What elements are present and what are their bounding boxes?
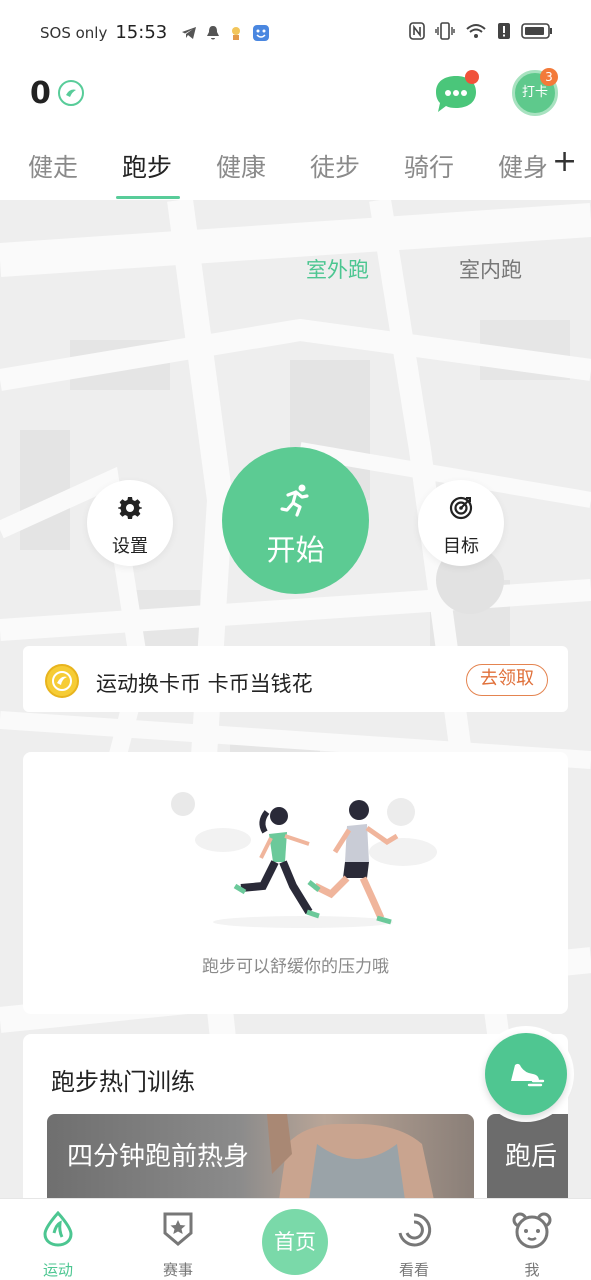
tab-hiking[interactable]: 徒步: [310, 148, 360, 184]
telegram-icon: [182, 26, 197, 39]
status-bar: SOS only 15:53: [0, 0, 591, 66]
active-tab-indicator: [116, 196, 180, 199]
tab-health[interactable]: 健康: [216, 148, 266, 184]
coin-count: 0: [30, 76, 51, 111]
bottom-nav: 运动 赛事 首页 看看 我: [0, 1198, 591, 1280]
nav-sport[interactable]: 运动: [18, 1199, 98, 1280]
training-item-title: 四分钟跑前热身: [67, 1142, 250, 1172]
app-notify-icon: [232, 26, 241, 40]
tab-walk[interactable]: 健走: [28, 148, 78, 184]
mode-indoor[interactable]: 室内跑: [459, 254, 522, 284]
tab-running[interactable]: 跑步: [122, 148, 172, 184]
sport-tabs: 健走 跑步 健康 徒步 骑行 健身 +: [0, 144, 591, 199]
message-unread-dot: [465, 70, 479, 84]
coin-icon[interactable]: [58, 80, 84, 106]
bell-icon: [207, 25, 220, 39]
medal-star-icon: [163, 1212, 193, 1246]
nfc-icon: [409, 22, 425, 40]
training-section-title: 跑步热门训练: [51, 1068, 195, 1096]
running-illustration-card: 跑步可以舒缓你的压力哦: [23, 752, 568, 1014]
settings-label: 设置: [112, 536, 148, 557]
goal-label: 目标: [443, 536, 479, 557]
wifi-icon: [466, 24, 486, 38]
home-button[interactable]: 首页: [262, 1209, 328, 1275]
nav-events-label: 赛事: [162, 1261, 193, 1279]
nav-watch-label: 看看: [398, 1261, 429, 1279]
start-label: 开始: [266, 533, 325, 567]
start-button[interactable]: 开始: [222, 447, 369, 594]
app-header: 0 打卡 3 健走 跑步 健康 徒步 骑行 健身 +: [0, 66, 591, 200]
tab-cycling[interactable]: 骑行: [404, 148, 454, 184]
checkin-badge: 3: [540, 68, 558, 86]
nav-events[interactable]: 赛事: [138, 1199, 218, 1280]
promo-text: 运动换卡币 卡币当钱花: [96, 672, 313, 696]
app-square-icon: [253, 24, 270, 41]
carrier-text: SOS only: [40, 23, 108, 42]
runners-illustration: [171, 792, 437, 928]
mode-outdoor[interactable]: 室外跑: [306, 254, 369, 284]
gear-icon: [118, 497, 142, 519]
tab-fitness[interactable]: 健身: [498, 148, 548, 184]
clock: 15:53: [115, 22, 168, 43]
swirl-icon: [398, 1213, 432, 1247]
sport-drop-icon: [43, 1211, 73, 1247]
nav-me[interactable]: 我: [492, 1199, 572, 1280]
add-tab-button[interactable]: +: [552, 144, 577, 179]
bear-face-icon: [512, 1212, 552, 1249]
shoe-icon: [511, 1063, 545, 1087]
vibrate-icon: [435, 22, 455, 40]
training-item-title: 跑后: [505, 1142, 558, 1172]
goal-button[interactable]: 目标: [418, 480, 504, 566]
gold-coin-icon: [45, 664, 79, 698]
target-icon: [449, 496, 473, 520]
illustration-caption: 跑步可以舒缓你的压力哦: [202, 957, 389, 977]
shoe-fab-button[interactable]: [485, 1033, 567, 1115]
nav-sport-label: 运动: [42, 1261, 73, 1279]
alert-icon: [498, 23, 510, 39]
runner-icon: [280, 484, 309, 517]
settings-button[interactable]: 设置: [87, 480, 173, 566]
battery-icon: [521, 23, 552, 39]
claim-button[interactable]: 去领取: [466, 664, 548, 696]
nav-me-label: 我: [524, 1261, 540, 1279]
coin-promo-banner[interactable]: 运动换卡币 卡币当钱花 去领取: [23, 646, 568, 712]
nav-watch[interactable]: 看看: [374, 1199, 454, 1280]
